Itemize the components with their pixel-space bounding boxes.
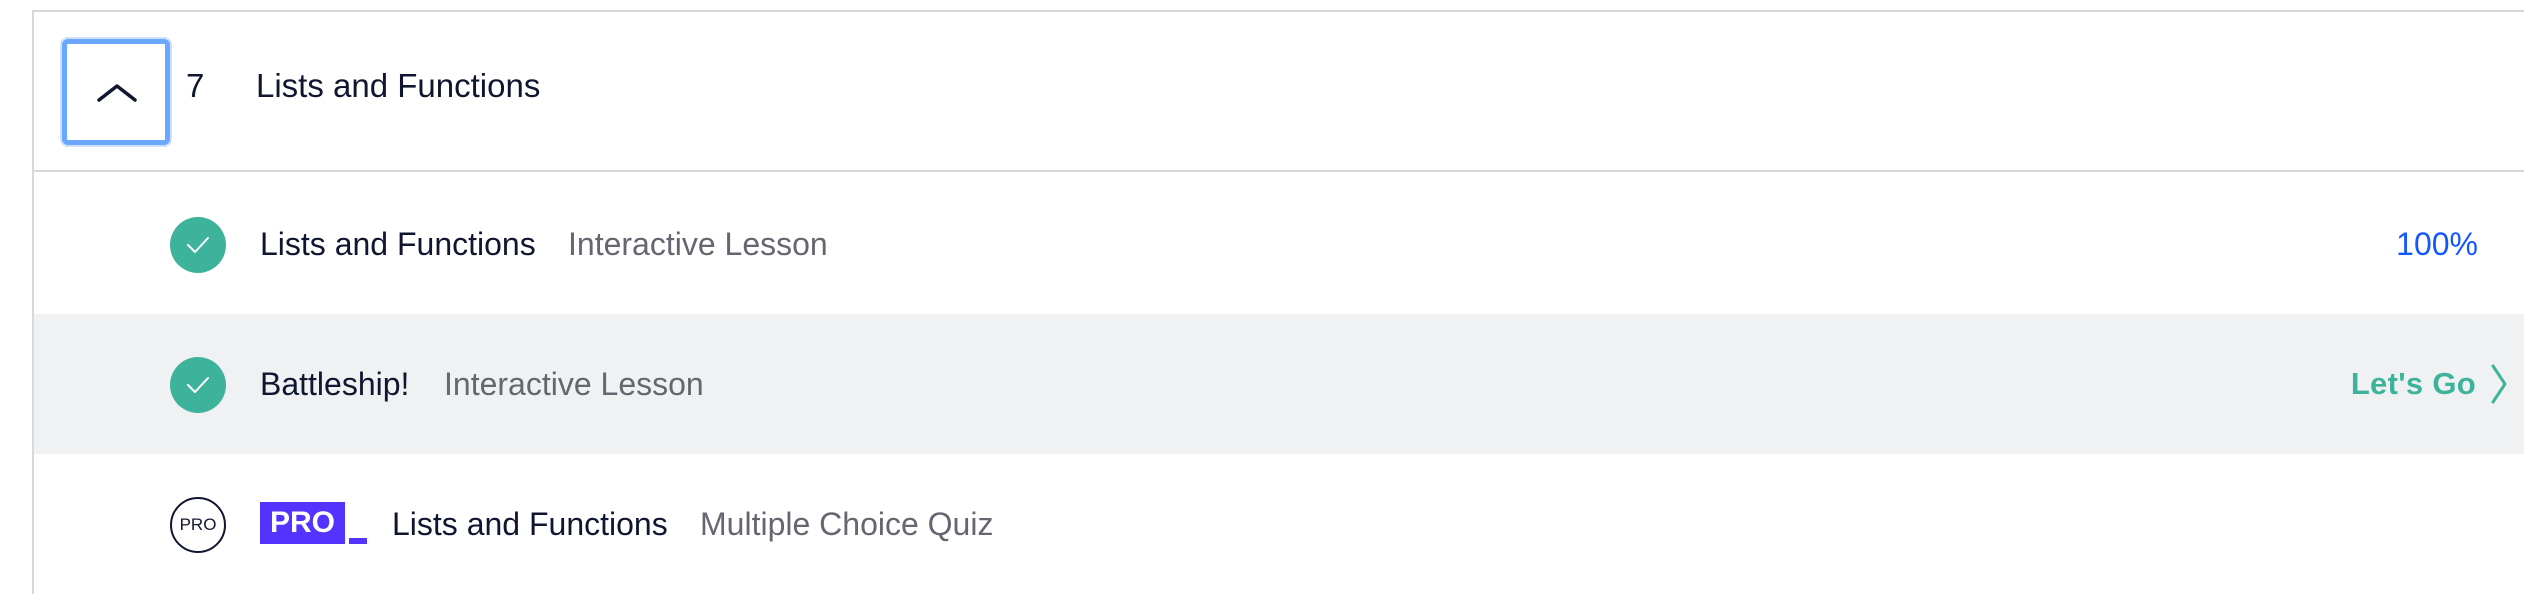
lesson-type: Interactive Lesson — [444, 366, 704, 402]
lets-go-button[interactable]: Let's Go — [2351, 354, 2508, 414]
module-title: Lists and Functions — [256, 67, 541, 104]
chevron-up-icon — [97, 84, 137, 102]
lesson-row[interactable]: PRO PRO Lists and Functions Multiple Cho… — [34, 454, 2524, 594]
lesson-row[interactable]: Battleship! Interactive Lesson Let's Go — [34, 314, 2524, 454]
lesson-title[interactable]: Lists and Functions — [392, 504, 668, 544]
module-number: 7 — [186, 67, 205, 104]
completed-check-icon — [170, 217, 226, 273]
pro-badge-underscore — [349, 538, 368, 544]
pro-badge: PRO — [260, 500, 368, 544]
collapse-module-button[interactable] — [62, 39, 170, 145]
lesson-title[interactable]: Battleship! — [260, 364, 409, 404]
lesson-type: Interactive Lesson — [568, 226, 828, 262]
module-header: 7 Lists and Functions — [34, 12, 2524, 172]
pro-badge-label: PRO — [260, 502, 346, 544]
lesson-type: Multiple Choice Quiz — [700, 506, 994, 542]
lesson-title[interactable]: Lists and Functions — [260, 224, 536, 264]
lets-go-label: Let's Go — [2350, 366, 2476, 401]
pro-locked-icon: PRO — [170, 497, 226, 553]
chevron-right-icon — [2491, 364, 2507, 404]
module-card: 7 Lists and Functions Lists and Function… — [32, 10, 2524, 594]
lesson-row[interactable]: Lists and Functions Interactive Lesson 1… — [34, 174, 2524, 314]
lesson-progress: 100% — [2396, 226, 2478, 262]
completed-check-icon — [170, 357, 226, 413]
